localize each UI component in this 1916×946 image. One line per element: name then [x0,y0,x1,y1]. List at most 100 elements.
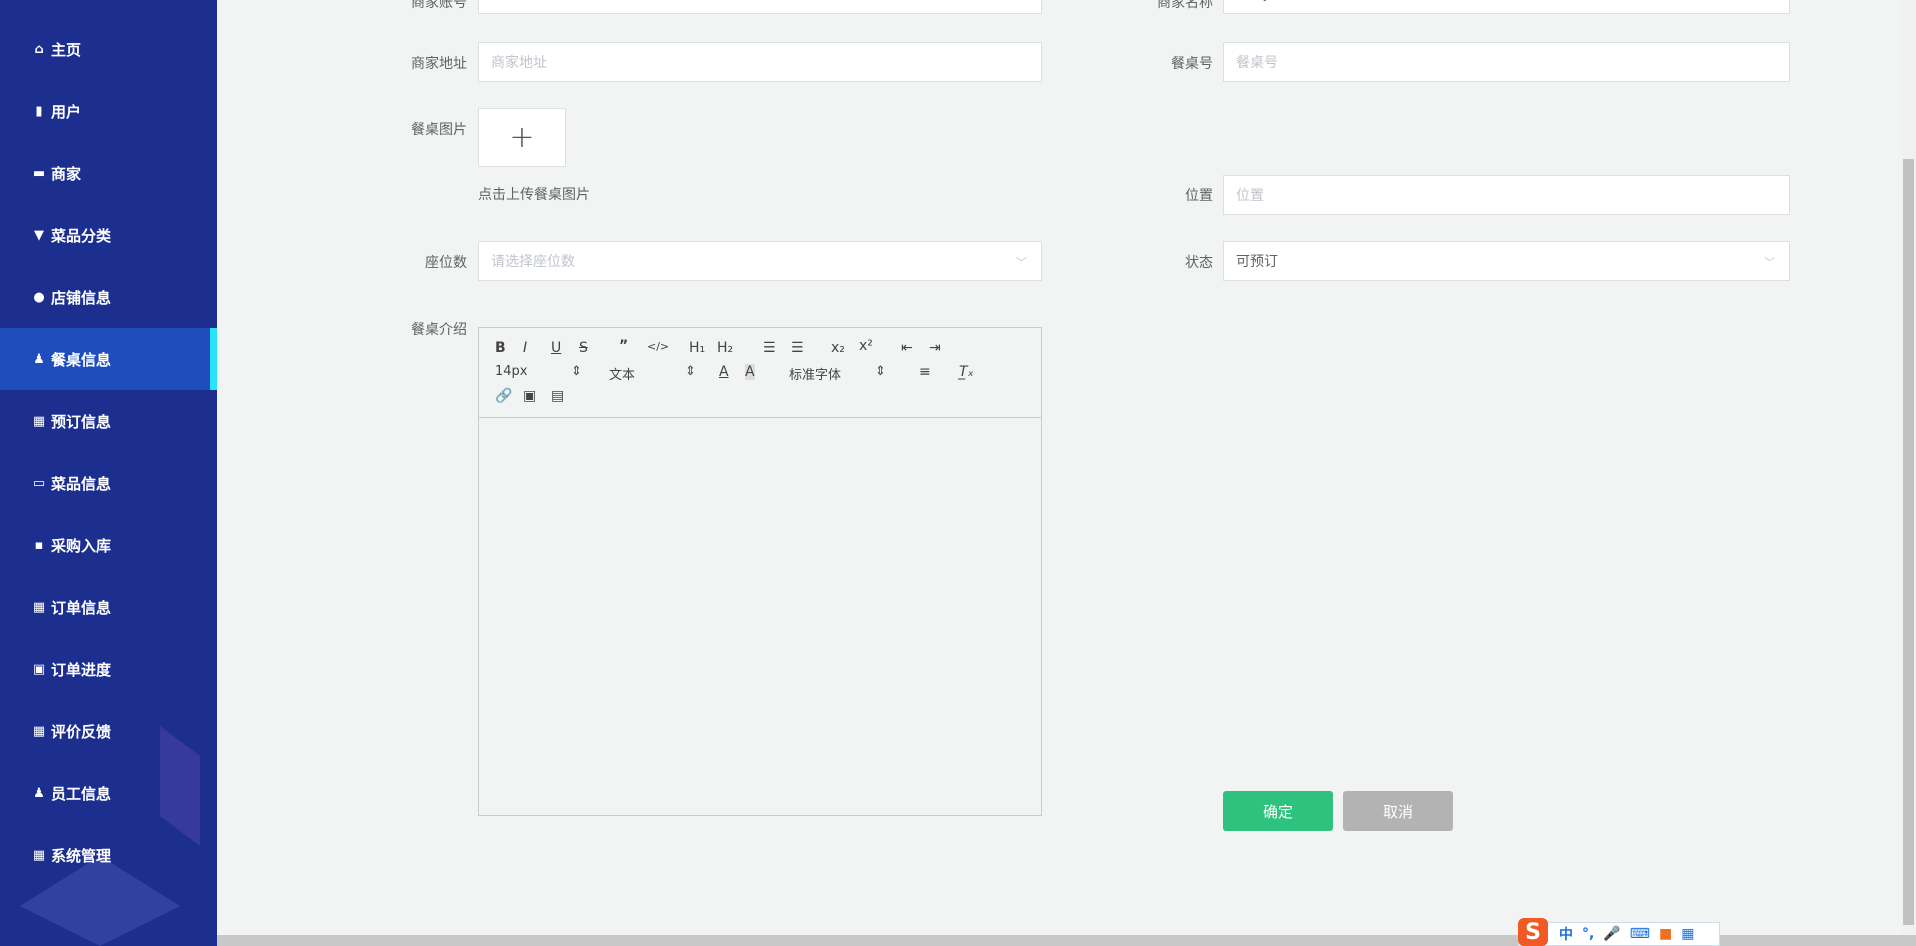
sidebar-item-6[interactable]: ▦ 预订信息 [0,390,217,452]
sidebar-item-2[interactable]: ▬ 商家 [0,142,217,204]
bold-icon[interactable]: B [495,340,506,356]
sidebar-item-10[interactable]: ▣ 订单进度 [0,638,217,700]
brush-icon: ▼ [34,227,44,243]
merchant-account-input[interactable]: 11 [478,0,1042,14]
grid-icon: ▦ [32,847,46,863]
h2-icon[interactable]: H₂ [717,340,733,356]
h1-icon[interactable]: H₁ [689,340,705,356]
sidebar-item-5[interactable]: ♟ 餐桌信息 [0,328,217,390]
grid-icon: ▦ [32,413,46,429]
merchant-name-input[interactable]: j [1223,0,1790,14]
merchant-account-label: 商家账号 [411,0,467,11]
home-icon: ⌂ [34,41,44,57]
sidebar-item-1[interactable]: ▮ 用户 [0,80,217,142]
image-label: 餐桌图片 [411,122,467,138]
ime-punct[interactable]: °, [1582,926,1594,942]
address-input[interactable]: 商家地址 [478,42,1042,82]
upload-hint: 点击上传餐桌图片 [478,187,590,203]
clipboard-icon: ▣ [32,661,46,677]
confirm-button[interactable]: 确定 [1223,791,1333,831]
chevron-down-icon: ﹀ [1764,256,1775,269]
image-icon[interactable]: ▣ [523,388,536,404]
strike-icon[interactable]: S [579,340,588,356]
user-icon: ♟ [33,351,45,367]
sidebar-item-3[interactable]: ▼ 菜品分类 [0,204,217,266]
editor-toolbar: B I U S ” </> H₁ H₂ ☰ ☰ x₂ x² ⇤ ⇥ 14px ⇕ … [479,328,1041,418]
sidebar: ⌂ 主页 ▮ 用户 ▬ 商家 ▼ 菜品分类 ● 店铺信息 ♟ 餐桌信息 ▦ 预订信息 ▭ 菜品信息 ▪ 采购入库 ▦… [0,0,217,946]
subscript-icon[interactable]: x₂ [831,340,845,356]
status-value: 可预订 [1236,254,1278,270]
table-no-input[interactable]: 餐桌号 [1223,42,1790,82]
sidebar-item-label: 用户 [51,102,82,121]
ordered-list-icon[interactable]: ☰ [763,340,776,356]
italic-icon[interactable]: I [523,340,527,356]
text-color-icon[interactable]: A [719,364,729,380]
sidebar-item-9[interactable]: ▦ 订单信息 [0,576,217,638]
sidebar-item-13[interactable]: ▦ 系统管理 [0,824,217,886]
sidebar-item-label: 菜品分类 [51,226,112,245]
superscript-icon[interactable]: x² [859,338,873,354]
position-input[interactable]: 位置 [1223,175,1790,215]
video-icon[interactable]: ▤ [551,388,564,404]
status-label: 状态 [1185,255,1213,271]
header-select[interactable]: 文本 ⇕ [609,364,696,383]
indent-icon[interactable]: ⇥ [929,340,941,356]
address-label: 商家地址 [411,56,467,72]
editor-content[interactable] [479,418,1041,815]
sidebar-item-label: 店铺信息 [51,288,112,307]
sidebar-item-8[interactable]: ▪ 采购入库 [0,514,217,576]
vertical-scrollbar[interactable] [1901,0,1916,935]
upload-image-button[interactable]: + [478,108,566,167]
rich-text-editor: B I U S ” </> H₁ H₂ ☰ ☰ x₂ x² ⇤ ⇥ 14px ⇕ … [478,327,1042,816]
align-icon[interactable]: ≡ [919,364,931,380]
blockquote-icon[interactable]: ” [619,338,628,354]
sidebar-item-label: 订单进度 [51,660,112,679]
table-icon: ▦ [32,599,46,615]
sidebar-item-label: 系统管理 [51,846,112,865]
position-label: 位置 [1185,188,1213,204]
sidebar-item-label: 订单信息 [51,598,112,617]
bulb-icon: ● [33,289,45,305]
sidebar-item-label: 餐桌信息 [51,350,112,369]
chat-icon: ▪ [34,537,44,553]
scrollbar-thumb[interactable] [1903,159,1914,925]
merchant-name-label: 商家名称 [1157,0,1213,11]
user-icon: ♟ [33,785,45,801]
grid-icon: ▦ [32,723,46,739]
sidebar-item-label: 采购入库 [51,536,112,555]
background-color-icon[interactable]: A [745,364,755,380]
sidebar-item-12[interactable]: ♟ 员工信息 [0,762,217,824]
seats-select[interactable]: 请选择座位数 ﹀ [478,241,1042,281]
sidebar-item-label: 预订信息 [51,412,112,431]
cancel-button[interactable]: 取消 [1343,791,1453,831]
apps-icon[interactable]: ▦ [1681,926,1694,942]
keyboard-icon[interactable]: ⌨ [1630,926,1650,942]
code-icon[interactable]: </> [647,340,669,353]
table-no-label: 餐桌号 [1171,56,1213,72]
size-select[interactable]: 14px ⇕ [495,364,582,379]
plus-icon: + [509,120,535,155]
skin-icon[interactable]: ■ [1659,926,1672,942]
microphone-icon[interactable]: 🎤 [1603,926,1620,942]
bullet-list-icon[interactable]: ☰ [791,340,804,356]
outdent-icon[interactable]: ⇤ [901,340,913,356]
sogou-logo-icon: S [1518,918,1548,946]
font-select[interactable]: 标准字体 ⇕ [789,364,886,383]
sidebar-item-11[interactable]: ▦ 评价反馈 [0,700,217,762]
sidebar-item-label: 菜品信息 [51,474,112,493]
sidebar-item-label: 员工信息 [51,784,112,803]
status-select[interactable]: 可预订 ﹀ [1223,241,1790,281]
sidebar-item-0[interactable]: ⌂ 主页 [0,18,217,80]
link-icon[interactable]: 🔗 [495,388,512,404]
ime-toolbar[interactable]: 中 °, 🎤 ⌨ ■ ▦ [1518,922,1720,946]
ime-mode[interactable]: 中 [1559,924,1573,944]
seats-label: 座位数 [425,255,467,271]
sidebar-item-4[interactable]: ● 店铺信息 [0,266,217,328]
sidebar-item-label: 评价反馈 [51,722,112,741]
intro-label: 餐桌介绍 [411,322,467,338]
underline-icon[interactable]: U [551,340,561,356]
clear-format-icon[interactable]: T̲ₓ [959,364,974,380]
book-icon: ▮ [35,103,43,119]
sidebar-item-7[interactable]: ▭ 菜品信息 [0,452,217,514]
monitor-icon: ▭ [32,475,46,491]
